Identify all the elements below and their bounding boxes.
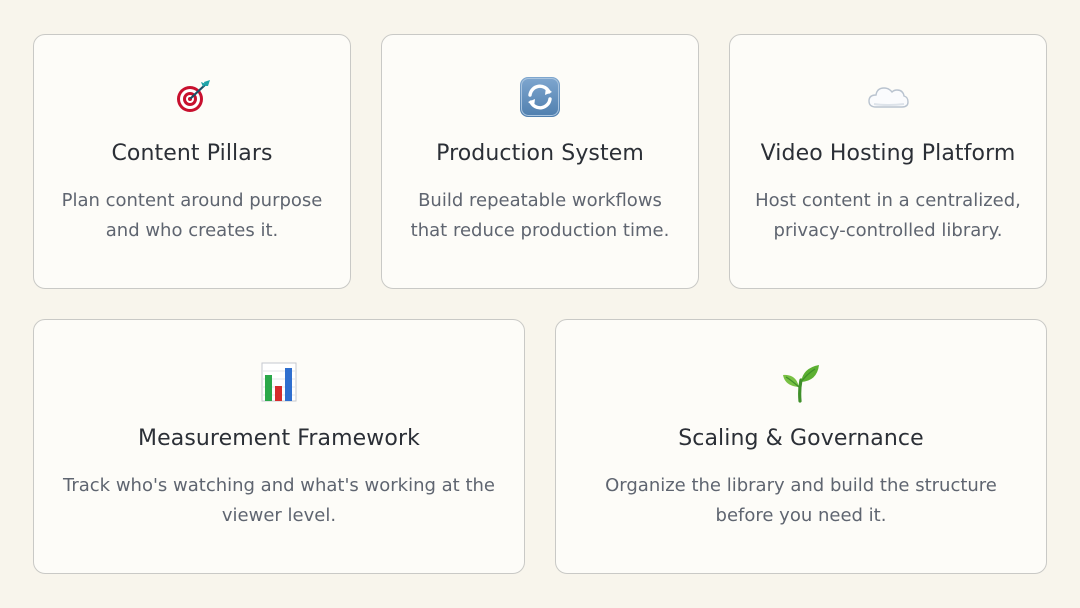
- card-video-hosting-platform: Video Hosting Platform Host content in a…: [729, 34, 1047, 289]
- card-measurement-framework: Measurement Framework Track who's watchi…: [33, 319, 525, 574]
- card-title: Scaling & Governance: [678, 426, 924, 451]
- refresh-arrows-icon: [518, 75, 562, 119]
- target-dart-icon: [170, 75, 214, 119]
- card-title: Video Hosting Platform: [760, 141, 1016, 166]
- card-description: Plan content around purpose and who crea…: [61, 190, 323, 241]
- card-title: Measurement Framework: [138, 426, 420, 451]
- card-content-pillars: Content Pillars Plan content around purp…: [33, 34, 351, 289]
- card-description: Host content in a centralized, privacy-c…: [755, 190, 1021, 241]
- card-title: Content Pillars: [111, 141, 273, 166]
- seedling-icon: [779, 360, 823, 404]
- card-production-system: Production System Build repeatable workf…: [381, 34, 699, 289]
- cloud-icon: [866, 75, 910, 119]
- card-title: Production System: [436, 141, 644, 166]
- card-description: Track who's watching and what's working …: [63, 475, 495, 526]
- card-description: Organize the library and build the struc…: [605, 475, 997, 526]
- card-scaling-governance: Scaling & Governance Organize the librar…: [555, 319, 1047, 574]
- bar-chart-icon: [257, 360, 301, 404]
- card-description: Build repeatable workflows that reduce p…: [410, 190, 670, 241]
